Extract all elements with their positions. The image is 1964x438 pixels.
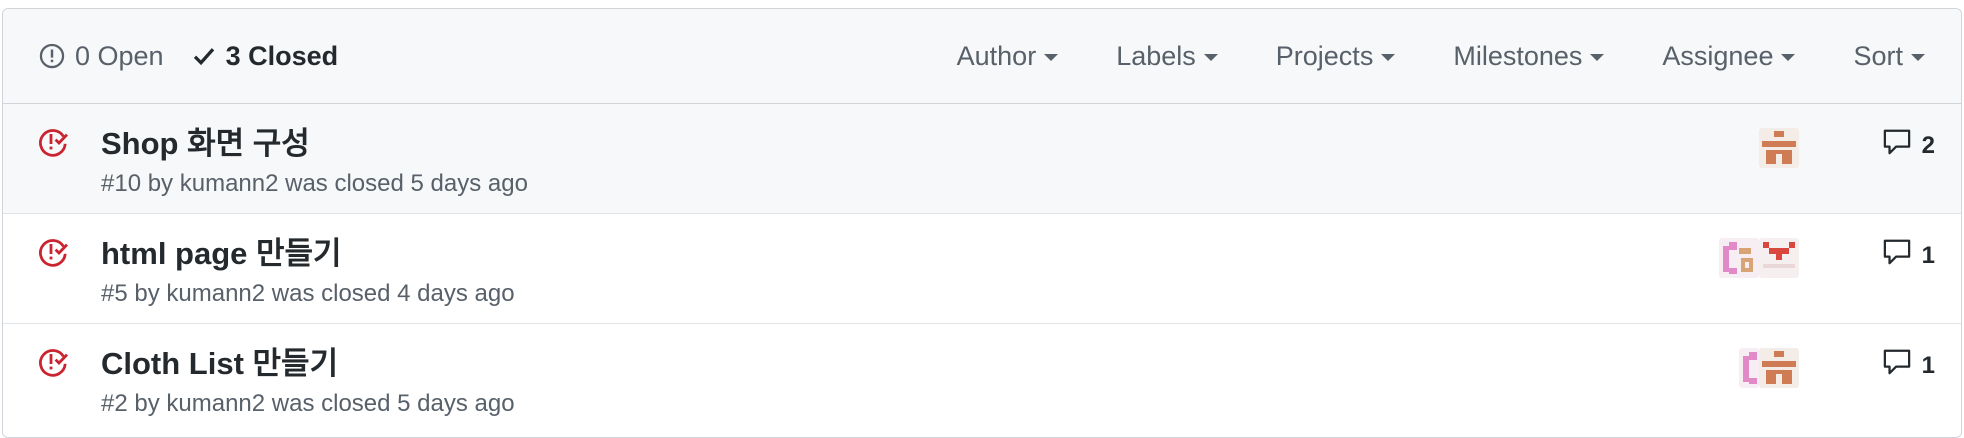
issue-title-link[interactable]: Cloth List 만들기 (101, 338, 338, 383)
issue-closed-icon (37, 236, 69, 268)
assignee-filter[interactable]: Assignee (1662, 40, 1796, 72)
assignee-filter-label: Assignee (1662, 40, 1774, 71)
caret-down-icon (1203, 54, 1218, 61)
comment-icon (1882, 128, 1912, 163)
comments-link[interactable]: 2 (1882, 128, 1935, 163)
assignee-avatars (1719, 238, 1799, 278)
caret-down-icon (1381, 54, 1396, 61)
labels-filter[interactable]: Labels (1116, 41, 1218, 72)
closed-issues-label: 3 Closed (225, 40, 339, 71)
projects-filter-label: Projects (1275, 40, 1374, 71)
comment-icon (1882, 238, 1912, 273)
issue-row[interactable]: html page 만들기 #5 by kumann2 was closed 4… (3, 214, 1961, 324)
issues-list-box: 0 Open 3 Closed Author Labels Projects M… (2, 8, 1962, 438)
identicon-brown-avatar[interactable] (1759, 348, 1799, 388)
caret-down-icon (1044, 54, 1059, 61)
caret-down-icon (1911, 54, 1925, 61)
sort-filter[interactable]: Sort (1853, 41, 1925, 72)
milestones-filter-label: Milestones (1453, 40, 1583, 71)
caret-down-icon (1781, 54, 1796, 61)
issue-filters: Author Labels Projects Milestones Assign… (957, 41, 1925, 72)
assignee-avatars (1759, 128, 1799, 168)
milestones-filter[interactable]: Milestones (1453, 40, 1605, 72)
issues-list-header: 0 Open 3 Closed Author Labels Projects M… (3, 9, 1961, 104)
issue-meta: #5 by kumann2 was closed 4 days ago (101, 280, 515, 307)
issue-row[interactable]: Cloth List 만들기 #2 by kumann2 was closed … (3, 324, 1961, 434)
issue-meta: #10 by kumann2 was closed 5 days ago (101, 170, 528, 197)
identicon-pink-avatar[interactable] (1719, 238, 1759, 278)
closed-issues-tab[interactable]: 3 Closed (192, 40, 339, 72)
identicon-pink-avatar[interactable] (1739, 348, 1759, 388)
comment-count: 2 (1921, 131, 1935, 159)
comments-link[interactable]: 1 (1882, 348, 1935, 383)
author-filter[interactable]: Author (957, 41, 1059, 72)
issue-title-link[interactable]: html page 만들기 (101, 228, 342, 273)
issue-closed-icon (37, 346, 69, 378)
issue-closed-icon (37, 126, 69, 158)
issue-meta: #2 by kumann2 was closed 5 days ago (101, 390, 515, 417)
author-filter-label: Author (956, 40, 1037, 71)
identicon-brown-avatar[interactable] (1759, 128, 1799, 168)
open-issues-tab[interactable]: 0 Open (39, 41, 164, 72)
projects-filter[interactable]: Projects (1276, 41, 1396, 72)
assignee-avatars (1739, 348, 1799, 388)
issue-row[interactable]: Shop 화면 구성 #10 by kumann2 was closed 5 d… (3, 104, 1961, 214)
identicon-red-avatar[interactable] (1759, 238, 1799, 278)
caret-down-icon (1590, 54, 1605, 61)
comments-link[interactable]: 1 (1882, 238, 1935, 273)
issue-title-link[interactable]: Shop 화면 구성 (101, 118, 310, 163)
check-icon (192, 44, 216, 68)
comment-count: 1 (1921, 241, 1935, 269)
issue-state-toggles: 0 Open 3 Closed (39, 41, 338, 72)
issue-opened-icon (39, 43, 65, 69)
comment-count: 1 (1921, 351, 1935, 379)
sort-filter-label: Sort (1853, 40, 1903, 71)
comment-icon (1882, 348, 1912, 383)
labels-filter-label: Labels (1116, 40, 1196, 71)
open-issues-label: 0 Open (75, 40, 164, 71)
